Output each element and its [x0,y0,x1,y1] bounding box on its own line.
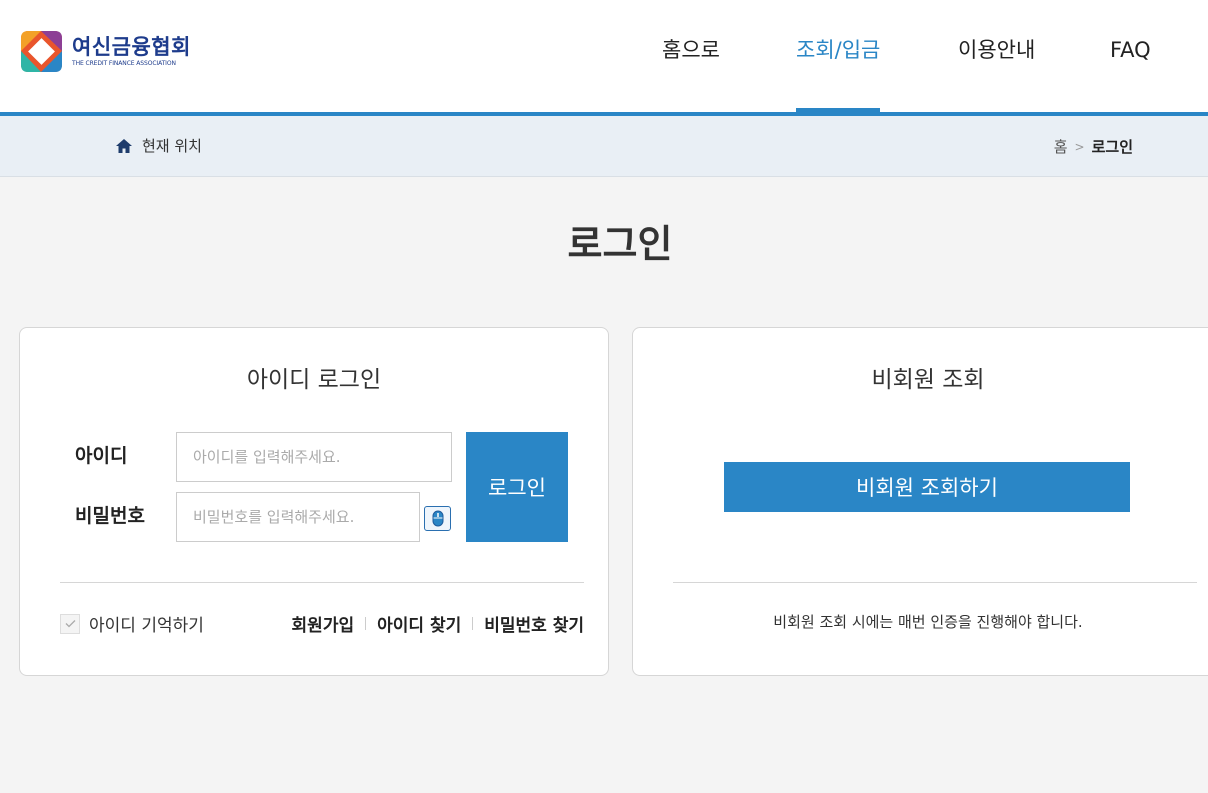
remember-id-label: 아이디 기억하기 [89,616,204,636]
password-input[interactable] [176,492,420,542]
login-button[interactable]: 로그인 [466,432,568,542]
breadcrumb-current: 로그인 [1091,138,1133,156]
guest-inquiry-button[interactable]: 비회원 조회하기 [724,462,1130,512]
breadcrumb-separator: > [1074,139,1085,154]
site-logo[interactable]: 여신금융협회 THE CREDIT FINANCE ASSOCIATION [21,31,191,72]
check-icon [65,620,75,628]
page-title: 로그인 [567,222,673,266]
breadcrumb: 홈 > 로그인 [1054,136,1133,157]
remember-id[interactable]: 아이디 기억하기 [60,611,204,636]
current-location: 현재 위치 [115,135,202,156]
password-label: 비밀번호 [75,505,145,527]
logo-mark-icon [21,31,62,72]
id-login-panel: 아이디 로그인 아이디 비밀번호 로그인 아이디 기억하기 회원가입 아이디 찾… [19,327,609,676]
location-label: 현재 위치 [142,137,202,155]
link-separator [365,617,367,630]
find-password-link[interactable]: 비밀번호 찾기 [484,611,584,636]
id-label: 아이디 [75,445,128,467]
nav-inquiry-payment[interactable]: 조회/입금 [796,34,880,66]
guest-inquiry-title: 비회원 조회 [871,367,985,393]
id-login-title: 아이디 로그인 [246,367,382,393]
breadcrumb-home[interactable]: 홈 [1054,136,1068,157]
location-bar: 현재 위치 홈 > 로그인 [0,116,1208,177]
mouse-icon [432,510,443,527]
signup-link[interactable]: 회원가입 [292,611,355,636]
account-links: 회원가입 아이디 찾기 비밀번호 찾기 [292,611,584,636]
id-input[interactable] [176,432,452,482]
nav-faq[interactable]: FAQ [1110,34,1151,66]
logo-text: 여신금융협회 THE CREDIT FINANCE ASSOCIATION [72,35,191,68]
find-id-link[interactable]: 아이디 찾기 [377,611,461,636]
virtual-keyboard-button[interactable] [424,506,451,531]
guest-divider [673,582,1197,583]
guest-notice: 비회원 조회 시에는 매번 인증을 진행해야 합니다. [773,613,1083,631]
logo-name-ko: 여신금융협회 [72,35,191,59]
nav-guide[interactable]: 이용안내 [958,34,1035,66]
logo-name-en: THE CREDIT FINANCE ASSOCIATION [72,60,176,67]
home-icon [116,138,132,153]
site-header: 여신금융협회 THE CREDIT FINANCE ASSOCIATION 홈으… [0,0,1208,112]
guest-inquiry-panel: 비회원 조회 비회원 조회하기 비회원 조회 시에는 매번 인증을 진행해야 합… [632,327,1208,676]
remember-id-checkbox[interactable] [60,613,80,634]
login-divider [60,582,584,583]
link-separator [472,617,474,630]
nav-home[interactable]: 홈으로 [662,34,720,66]
